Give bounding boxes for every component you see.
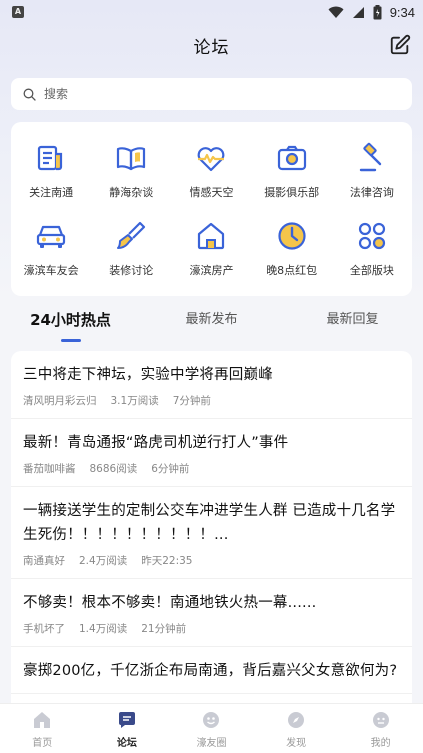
status-time: 9:34 [389, 4, 415, 20]
status-bar: A 9:34 [0, 0, 423, 24]
clock-icon [278, 222, 306, 250]
nav-label: 濠友圈 [196, 738, 227, 749]
home-icon [34, 712, 51, 728]
grid-icon [358, 222, 385, 250]
feed-tabs: 24小时热点 最新发布 最新回复 [0, 300, 423, 346]
compose-icon[interactable] [389, 34, 411, 56]
car-icon [36, 225, 66, 248]
category-item[interactable]: 摄影俱乐部 [252, 134, 332, 212]
post-time: 7分钟前 [172, 395, 211, 407]
post-time: 21分钟前 [141, 623, 187, 635]
category-label: 晚8点红包 [266, 264, 318, 277]
category-label: 装修讨论 [109, 264, 154, 277]
nav-label: 论坛 [116, 738, 137, 749]
signal-icon [352, 6, 364, 18]
post-title: 豪掷200亿，千亿浙企布局南通，背后嘉兴父女意欲何为? [23, 663, 398, 679]
camera-icon [277, 145, 306, 171]
gavel-icon [359, 142, 382, 172]
post-item[interactable]: 三中将走下神坛，实验中学将再回巅峰 清风明月彩云归 3.1万阅读 7分钟前 [11, 351, 412, 419]
house-icon [198, 222, 225, 250]
post-meta: 手机坏了 1.4万阅读 21分钟前 [23, 621, 400, 636]
profile-icon [372, 712, 389, 728]
post-meta: 番茄咖啡酱 8686阅读 6分钟前 [23, 461, 400, 476]
category-item[interactable]: 法律咨询 [332, 134, 412, 212]
nav-home[interactable]: 首页 [0, 704, 85, 753]
post-meta: 南通真好 2.4万阅读 昨天22:35 [23, 553, 400, 568]
tab-latest-replies[interactable]: 最新回复 [282, 300, 423, 346]
post-author: 番茄咖啡酱 [23, 463, 76, 475]
search-icon [23, 88, 36, 101]
post-reads: 8686阅读 [89, 463, 138, 475]
category-item[interactable]: 装修讨论 [91, 212, 171, 290]
wifi-icon [328, 6, 344, 18]
category-item[interactable]: 情感天空 [171, 134, 251, 212]
post-title: 三中将走下神坛，实验中学将再回巅峰 [23, 367, 273, 383]
post-author: 清风明月彩云归 [23, 395, 97, 407]
bottom-nav: 首页 论坛 濠友圈 发现 我的 [0, 703, 423, 753]
category-label: 全部版块 [349, 264, 394, 277]
nav-forum[interactable]: 论坛 [85, 704, 170, 753]
category-grid: 关注南通 静海杂谈 情感天空 摄影俱乐部 法律咨询 濠滨车友会 装修讨论 濠滨房… [11, 122, 412, 296]
post-title: 一辆接送学生的定制公交车冲进学生人群 已造成十几名学生死伤！！！！！！！！！！.… [23, 503, 396, 543]
category-item[interactable]: 全部版块 [332, 212, 412, 290]
category-label: 静海杂谈 [109, 186, 154, 199]
category-item[interactable]: 静海杂谈 [91, 134, 171, 212]
nav-bar: 论坛 [0, 24, 423, 66]
post-title: 不够卖！根本不够卖！南通地铁火热一幕...... [23, 595, 317, 611]
post-item[interactable]: 不够卖！根本不够卖！南通地铁火热一幕...... 手机坏了 1.4万阅读 21分… [11, 579, 412, 647]
compass-icon [288, 712, 305, 728]
post-title: 最新！青岛通报“路虎司机逆行打人”事件 [23, 435, 289, 451]
category-label: 摄影俱乐部 [264, 186, 320, 199]
category-label: 关注南通 [29, 186, 74, 199]
nav-discover[interactable]: 发现 [254, 704, 339, 753]
post-item[interactable]: 最新！青岛通报“路虎司机逆行打人”事件 番茄咖啡酱 8686阅读 6分钟前 [11, 419, 412, 487]
battery-icon [373, 4, 382, 19]
post-author: 南通真好 [23, 555, 65, 567]
friends-circle-icon [203, 712, 220, 728]
open-book-icon [117, 147, 146, 171]
category-label: 濠滨房产 [189, 264, 234, 277]
forum-icon [118, 712, 135, 728]
category-item[interactable]: 濠滨房产 [171, 212, 251, 290]
nav-label: 我的 [370, 738, 391, 749]
category-label: 濠滨车友会 [23, 264, 79, 277]
post-meta: 清风明月彩云归 3.1万阅读 7分钟前 [23, 393, 400, 408]
post-time: 6分钟前 [151, 463, 190, 475]
post-author: 手机坏了 [23, 623, 65, 635]
heartbeat-icon [198, 147, 225, 172]
nav-label: 首页 [32, 738, 53, 749]
post-time: 昨天22:35 [141, 555, 193, 567]
nav-label: 发现 [286, 738, 307, 749]
tab-latest-posts[interactable]: 最新发布 [141, 300, 282, 346]
search-bar[interactable] [11, 78, 412, 110]
nav-friends-circle[interactable]: 濠友圈 [169, 704, 254, 753]
search-input[interactable] [44, 87, 344, 101]
post-list: 三中将走下神坛，实验中学将再回巅峰 清风明月彩云归 3.1万阅读 7分钟前 最新… [11, 351, 412, 711]
post-reads: 1.4万阅读 [79, 623, 128, 635]
category-label: 情感天空 [189, 186, 234, 199]
category-item[interactable]: 关注南通 [11, 134, 91, 212]
tab-24h-hot[interactable]: 24小时热点 [0, 300, 141, 346]
category-item[interactable]: 晚8点红包 [252, 212, 332, 290]
paint-brush-icon [117, 221, 146, 249]
notification-badge-icon: A [12, 6, 24, 18]
post-item[interactable]: 豪掷200亿，千亿浙企布局南通，背后嘉兴父女意欲何为? [11, 647, 412, 694]
nav-profile[interactable]: 我的 [338, 704, 423, 753]
post-reads: 2.4万阅读 [79, 555, 128, 567]
post-item[interactable]: 一辆接送学生的定制公交车冲进学生人群 已造成十几名学生死伤！！！！！！！！！！.… [11, 487, 412, 579]
newspaper-icon [37, 145, 63, 171]
category-item[interactable]: 濠滨车友会 [11, 212, 91, 290]
category-label: 法律咨询 [349, 186, 394, 199]
post-reads: 3.1万阅读 [110, 395, 159, 407]
page-title: 论坛 [193, 37, 230, 58]
